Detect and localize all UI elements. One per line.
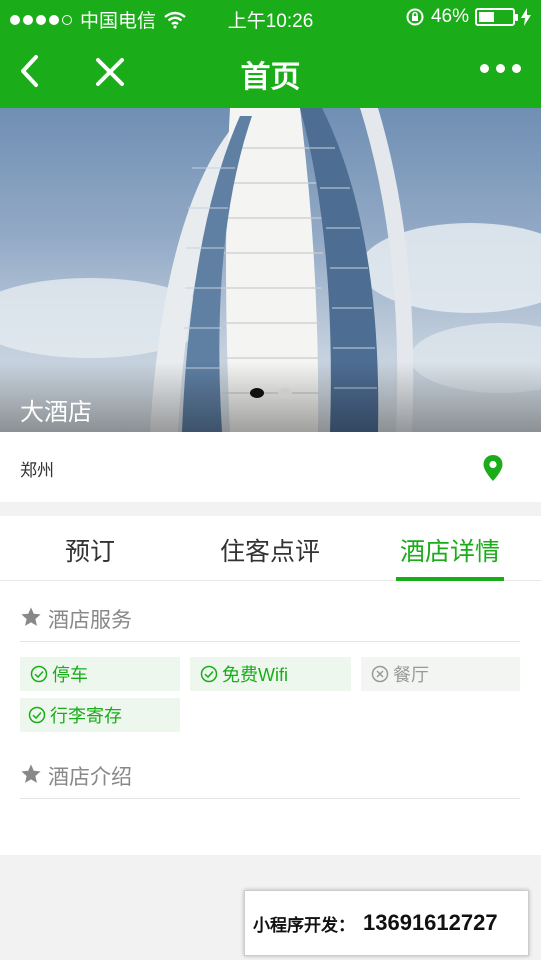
check-circle-icon <box>200 665 218 683</box>
contact-label: 小程序开发： <box>253 915 355 935</box>
location-pin-icon[interactable] <box>482 454 504 482</box>
city-label: 郑州 <box>20 461 54 480</box>
more-button[interactable] <box>480 64 521 73</box>
star-icon <box>21 607 41 626</box>
check-circle-icon <box>28 706 46 724</box>
service-chip: 餐厅 <box>361 657 520 691</box>
service-label: 停车 <box>52 665 88 685</box>
service-label: 免费Wifi <box>222 665 288 685</box>
location-row[interactable]: 郑州 <box>0 432 541 502</box>
active-tab-indicator <box>396 577 504 581</box>
services-title: 酒店服务 <box>48 609 132 632</box>
status-bar: 中国电信 上午10:26 46% <box>0 0 541 34</box>
intro-title: 酒店介绍 <box>48 766 132 789</box>
services-section-header: 酒店服务 <box>20 602 520 642</box>
charging-bolt-icon <box>521 8 531 26</box>
service-label: 餐厅 <box>393 665 429 685</box>
tab-booking[interactable]: 预订 <box>65 532 115 568</box>
star-icon <box>21 764 41 783</box>
tab-bar: 预订 住客点评 酒店详情 <box>0 516 541 581</box>
battery-percent: 46% <box>430 6 469 27</box>
carousel-indicators[interactable] <box>250 388 292 398</box>
rotation-lock-icon <box>406 8 424 26</box>
cross-circle-icon <box>371 665 389 683</box>
intro-section-header: 酒店介绍 <box>20 759 520 799</box>
details-panel: 预订 住客点评 酒店详情 酒店服务 停车 免费Wifi 餐厅 行李寄存 酒店介绍 <box>0 516 541 855</box>
service-label: 行李寄存 <box>50 706 122 726</box>
page-title: 首页 <box>240 61 301 94</box>
contact-banner: 小程序开发： 13691612727 <box>244 890 529 956</box>
hotel-image-carousel[interactable]: 大酒店 <box>0 108 541 432</box>
carousel-dot[interactable] <box>250 388 264 398</box>
service-chip: 停车 <box>20 657 180 691</box>
tab-hotel-details[interactable]: 酒店详情 <box>400 532 500 568</box>
top-bar: 中国电信 上午10:26 46% 首页 <box>0 0 541 108</box>
service-chip: 行李寄存 <box>20 698 180 732</box>
service-chip: 免费Wifi <box>190 657 351 691</box>
contact-phone: 13691612727 <box>363 910 498 935</box>
tab-reviews[interactable]: 住客点评 <box>220 532 320 568</box>
nav-bar: 首页 <box>0 34 541 108</box>
hotel-name: 大酒店 <box>20 399 92 426</box>
carousel-dot[interactable] <box>278 388 292 398</box>
battery-icon <box>475 8 518 26</box>
check-circle-icon <box>30 665 48 683</box>
